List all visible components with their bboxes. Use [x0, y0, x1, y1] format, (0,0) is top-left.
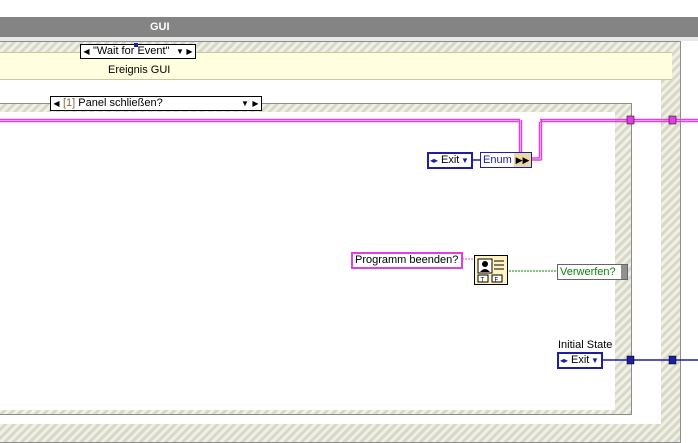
- initial-state-label: Initial State: [558, 339, 613, 351]
- exit-enum-constant[interactable]: ◂▸ Exit ▼: [427, 152, 473, 169]
- string-tunnel-right[interactable]: [668, 115, 677, 125]
- initial-state-constant[interactable]: ◂▸ Exit ▼: [557, 352, 603, 369]
- verwerfen-indicator[interactable]: Verwerfen?: [557, 264, 628, 280]
- string-wire-top[interactable]: [0, 118, 698, 161]
- exit-enum-value: Exit: [441, 154, 460, 166]
- enum-tunnel-left[interactable]: [626, 355, 635, 365]
- initial-state-value: Exit: [571, 354, 590, 366]
- enum-node-label: Enum: [483, 154, 512, 166]
- dialog-glyph-icon: T F: [477, 258, 504, 284]
- two-button-dialog-icon[interactable]: T F: [474, 255, 508, 285]
- enum-node-terminals-icon: ▶▶: [514, 153, 531, 167]
- enum-tunnel-right[interactable]: [668, 355, 677, 365]
- enum-spinner-icon[interactable]: ◂▸: [560, 354, 568, 367]
- indicator-terminal: [621, 265, 627, 279]
- svg-text:T: T: [481, 278, 485, 284]
- svg-text:F: F: [495, 278, 499, 284]
- string-tunnel-left[interactable]: [626, 115, 635, 125]
- enum-node[interactable]: Enum ▶▶: [480, 152, 532, 168]
- enum-spinner-icon[interactable]: ◂▸: [430, 154, 438, 167]
- dropdown-arrow-icon[interactable]: ▼: [461, 154, 469, 167]
- dropdown-arrow-icon[interactable]: ▼: [591, 354, 599, 367]
- prompt-string-constant[interactable]: Programm beenden?: [351, 252, 463, 269]
- verwerfen-label: Verwerfen?: [560, 266, 616, 278]
